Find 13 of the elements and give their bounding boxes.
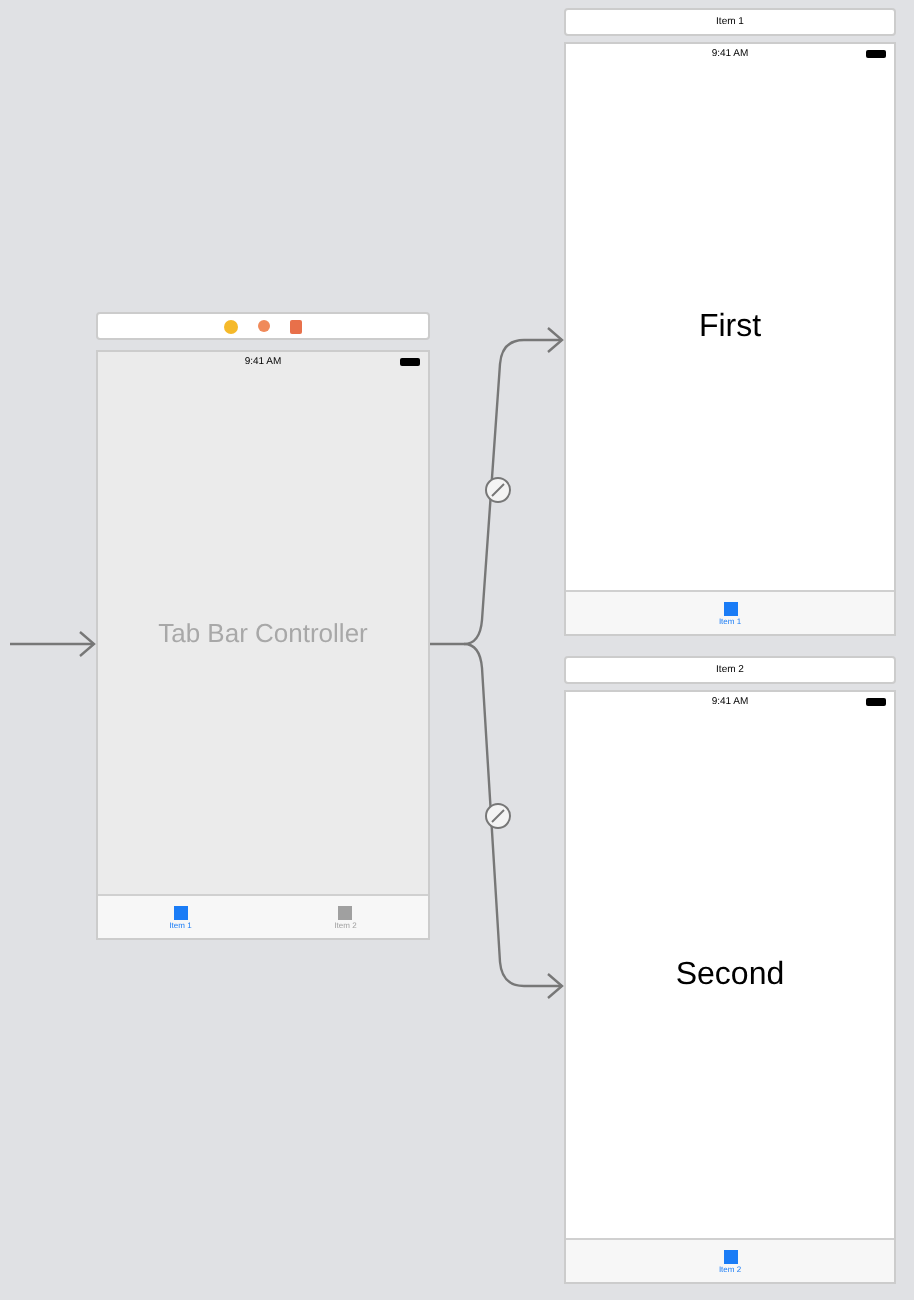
square-icon — [173, 905, 188, 919]
square-icon — [723, 601, 737, 615]
battery-icon — [866, 50, 886, 58]
segue-icon — [485, 803, 511, 829]
scene-title: Second — [675, 955, 785, 995]
entry-arrow — [10, 631, 96, 657]
battery-icon — [400, 358, 420, 366]
square-icon — [338, 905, 353, 919]
scene-title: First — [698, 307, 762, 347]
scene-title: Tab Bar Controller — [158, 615, 368, 652]
battery-icon — [866, 698, 886, 706]
segue-icon — [485, 477, 511, 503]
square-icon — [723, 1249, 737, 1263]
